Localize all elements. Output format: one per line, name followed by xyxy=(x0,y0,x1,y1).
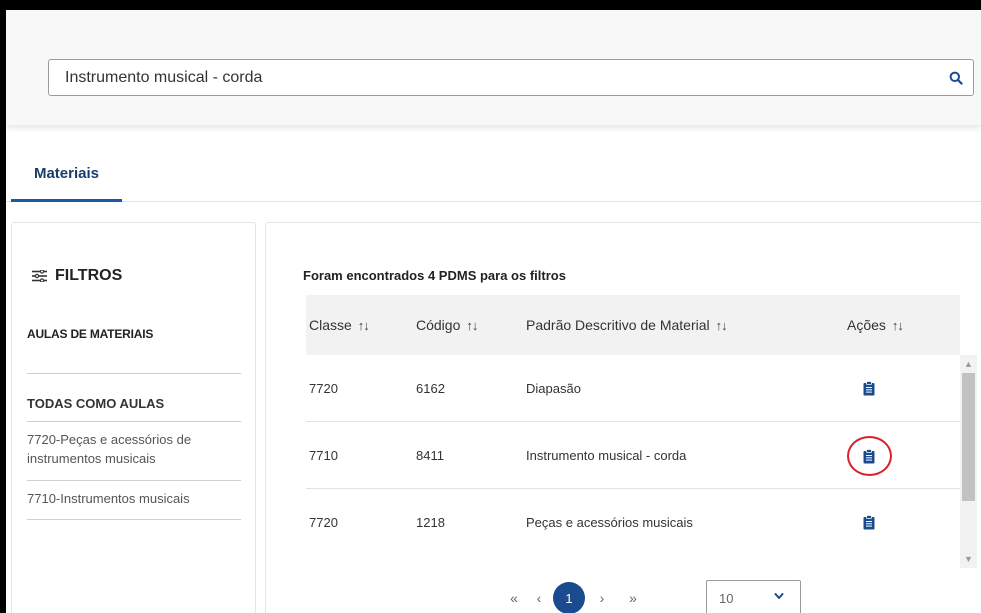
pagination: « ‹ 1 › » 10 xyxy=(266,578,981,613)
results-summary: Foram encontrados 4 PDMS para os filtros xyxy=(303,268,566,283)
view-details-button[interactable] xyxy=(858,445,880,467)
tab-bar: Materiais xyxy=(6,148,981,202)
filters-title-label: FILTROS xyxy=(55,267,123,284)
column-header-descricao[interactable]: Padrão Descritivo de Material ↑↓ xyxy=(526,295,728,355)
page-button-current[interactable]: 1 xyxy=(553,582,585,613)
next-page-button[interactable]: › xyxy=(592,586,612,610)
first-page-button[interactable]: « xyxy=(504,586,524,610)
clipboard-icon xyxy=(863,448,875,463)
cell-codigo: 6162 xyxy=(416,381,445,396)
view-details-button[interactable] xyxy=(858,511,880,533)
search-button[interactable] xyxy=(939,60,973,95)
cell-descricao: Instrumento musical - corda xyxy=(526,448,687,463)
table-scrollbar[interactable]: ▲ ▼ xyxy=(960,355,977,568)
filters-divider xyxy=(27,421,241,422)
scroll-down-arrow[interactable]: ▼ xyxy=(960,552,977,566)
filter-item-7710[interactable]: 7710-Instrumentos musicais xyxy=(27,489,241,508)
column-header-label: Código xyxy=(416,317,461,333)
column-header-acoes[interactable]: Ações ↑↓ xyxy=(847,295,904,355)
filters-divider xyxy=(27,519,241,520)
view-details-button[interactable] xyxy=(858,377,880,399)
cell-codigo: 1218 xyxy=(416,515,445,530)
table-header: Classe ↑↓ Código ↑↓ Padrão Descritivo de… xyxy=(306,295,960,355)
table-row: 7710 8411 Instrumento musical - corda xyxy=(306,422,960,489)
column-header-codigo[interactable]: Código ↑↓ xyxy=(416,295,478,355)
sort-icon: ↑↓ xyxy=(357,317,370,333)
scroll-thumb[interactable] xyxy=(962,373,975,501)
filter-lines-icon xyxy=(32,270,47,282)
table-row: 7720 1218 Peças e acessórios musicais xyxy=(306,489,960,556)
cell-classe: 7710 xyxy=(309,448,338,463)
filters-divider xyxy=(27,480,241,481)
sort-icon: ↑↓ xyxy=(715,317,728,333)
search-input[interactable]: Instrumento musical - corda xyxy=(48,59,974,96)
page-size-value: 10 xyxy=(719,591,734,606)
cell-descricao: Diapasão xyxy=(526,381,581,396)
filters-title: FILTROS xyxy=(32,267,122,285)
clipboard-icon xyxy=(863,514,875,529)
page-size-select[interactable]: 10 xyxy=(706,580,801,613)
cell-codigo: 8411 xyxy=(416,448,444,463)
scroll-up-arrow[interactable]: ▲ xyxy=(960,357,977,371)
prev-page-button[interactable]: ‹ xyxy=(529,586,549,610)
filters-subtitle: AULAS DE MATERIAIS xyxy=(27,327,154,341)
cell-classe: 7720 xyxy=(309,515,338,530)
clipboard-icon xyxy=(863,380,875,395)
last-page-button[interactable]: » xyxy=(621,586,645,610)
column-header-label: Ações xyxy=(847,317,886,333)
chevron-down-icon xyxy=(774,593,784,599)
filter-all-classes[interactable]: TODAS COMO AULAS xyxy=(27,396,164,411)
filters-divider xyxy=(27,373,241,374)
app-frame: Instrumento musical - corda Materiais FI… xyxy=(6,10,981,613)
search-band: Instrumento musical - corda xyxy=(6,10,981,125)
table-row: 7720 6162 Diapasão xyxy=(306,355,960,422)
cell-descricao: Peças e acessórios musicais xyxy=(526,515,693,530)
cell-classe: 7720 xyxy=(309,381,338,396)
filters-panel: FILTROS AULAS DE MATERIAIS TODAS COMO AU… xyxy=(11,222,256,613)
sort-icon: ↑↓ xyxy=(891,317,904,333)
search-input-value: Instrumento musical - corda xyxy=(65,68,263,86)
column-header-label: Padrão Descritivo de Material xyxy=(526,317,710,333)
column-header-classe[interactable]: Classe ↑↓ xyxy=(309,295,370,355)
tab-materiais[interactable]: Materiais xyxy=(11,148,122,202)
search-icon xyxy=(949,71,963,85)
filter-item-7720[interactable]: 7720-Peças e acessórios de instrumentos … xyxy=(27,430,241,468)
column-header-label: Classe xyxy=(309,317,352,333)
sort-icon: ↑↓ xyxy=(466,317,478,333)
results-panel: Foram encontrados 4 PDMS para os filtros… xyxy=(265,222,981,613)
